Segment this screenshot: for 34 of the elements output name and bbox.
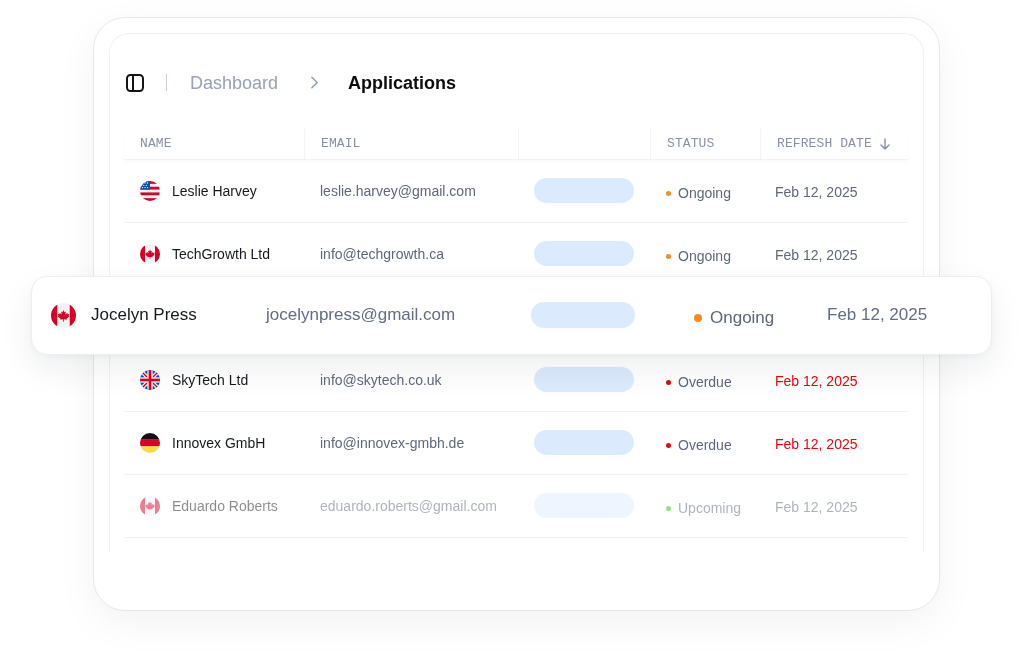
breadcrumb-link[interactable]: Dashboard	[190, 72, 279, 93]
sidebar-toggle-icon[interactable]	[126, 73, 144, 92]
raised-row-card[interactable]: Jocelyn Press jocelynpress@gmail.com Ongoing Feb 12, 2025	[31, 275, 992, 355]
date-text: Feb 12, 2025	[775, 247, 858, 263]
name-text: Jocelyn Press	[91, 305, 197, 325]
email-text: eduardo.roberts@gmail.com	[320, 497, 497, 514]
status-label: Overdue	[678, 437, 732, 453]
email-text: leslie.harvey@gmail.com	[320, 182, 476, 199]
breadcrumb-current: Applications	[348, 72, 457, 93]
status-label: Ongoing	[710, 308, 775, 328]
column-header[interactable]: EMAIL	[304, 128, 518, 159]
date-text: Feb 12, 2025	[775, 184, 858, 200]
date-text: Feb 12, 2025	[775, 499, 858, 515]
name-text: TechGrowth Ltd	[172, 245, 271, 262]
status-label: Ongoing	[678, 248, 731, 264]
column-header[interactable]: REFRESH DATE	[760, 128, 908, 159]
email-text: info@innovex-gmbh.de	[320, 434, 465, 451]
name-text: SkyTech Ltd	[172, 371, 249, 388]
name-text: Innovex GmbH	[172, 434, 266, 451]
email-text: info@techgrowth.ca	[320, 245, 444, 262]
column-header[interactable]: STATUS	[650, 128, 760, 159]
status-label: Upcoming	[678, 500, 742, 516]
email-text: info@skytech.co.uk	[320, 371, 442, 388]
status-label: Overdue	[678, 374, 732, 390]
name-text: Leslie Harvey	[172, 182, 257, 199]
name-text: Eduardo Roberts	[172, 497, 278, 514]
email-text: jocelynpress@gmail.com	[266, 305, 456, 324]
column-header[interactable]: NAME	[124, 128, 304, 159]
status-label: Ongoing	[678, 185, 731, 201]
date-text: Feb 12, 2025	[827, 305, 928, 324]
sort-down-arrow-icon	[879, 137, 890, 150]
date-text: Feb 12, 2025	[775, 373, 858, 389]
chevron-right-icon	[311, 76, 319, 89]
date-text: Feb 12, 2025	[775, 436, 858, 452]
